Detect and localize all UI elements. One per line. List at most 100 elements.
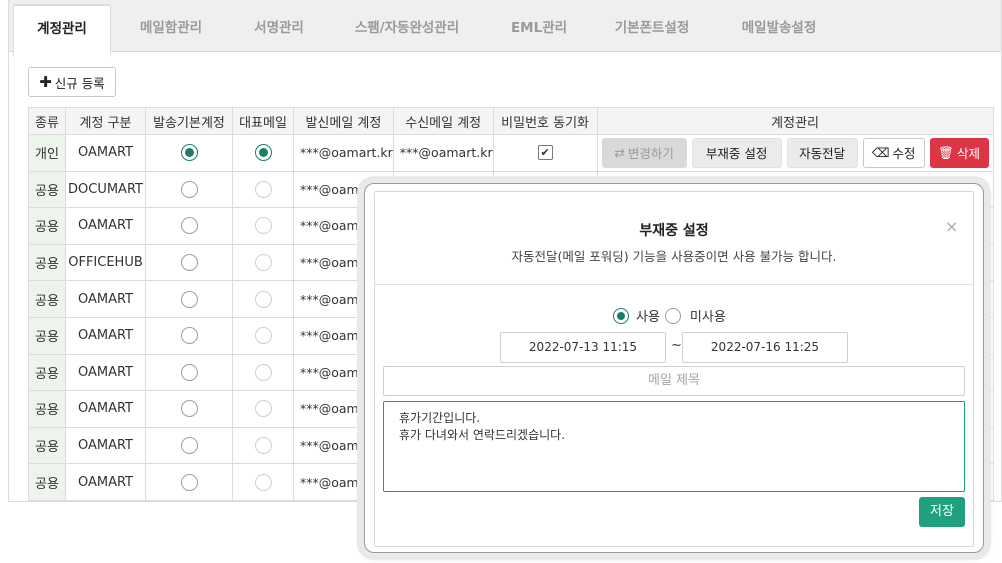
end-date-input[interactable]: 2022-07-16 11:25 [682,332,848,363]
default-send-radio[interactable] [180,400,198,418]
primary-mail-radio[interactable] [254,290,272,308]
cell-default-send [145,426,233,465]
cell-account-name: OAMART [65,426,146,465]
cell-type: 공용 [28,390,66,428]
default-send-radio[interactable] [180,437,198,455]
modal-content: 부재중 설정 자동전달(메일 포워딩) 기능을 사용중이면 사용 불가능 합니다… [374,191,974,547]
delete-button[interactable]: 🗑 삭제 [929,137,989,168]
pw-sync-checkbox[interactable]: ✔ [537,145,553,161]
modal-title: 부재중 설정 [639,223,709,239]
default-send-radio[interactable] [180,473,198,491]
tab-eml-management[interactable]: EML관리 [487,0,591,52]
cell-type: 공용 [28,316,66,355]
cell-account-name: OAMART [65,390,146,428]
modal-divider [375,284,973,285]
primary-mail-radio[interactable] [254,437,272,455]
cell-account-name: OAMART [65,207,146,245]
cell-recv-mail: ***@oamart.kr [392,134,494,172]
cell-primary-mail [232,463,294,501]
primary-mail-radio[interactable] [254,473,272,491]
cell-type: 공용 [28,207,66,245]
mail-body-textarea[interactable]: 휴가기간입니다. 휴가 다녀와서 연락드리겠습니다. [383,401,965,492]
default-send-radio[interactable] [180,327,198,345]
cell-send-mail: ***@oamart.kr [293,134,394,172]
use-radio[interactable] [613,307,629,324]
change-button[interactable]: ⇄ 변경하기 [601,137,687,168]
auto-forward-button[interactable]: 자동전달 [786,137,858,168]
cell-default-send [145,353,233,392]
cell-account-name: OAMART [65,353,146,392]
plus-icon: ✚ [39,72,52,91]
date-separator: ~ [671,338,682,353]
save-button[interactable]: 저장 [919,497,965,527]
cell-primary-mail [232,243,294,282]
cell-account-name: OAMART [65,316,146,355]
tab-mailbox-management[interactable]: 메일함관리 [111,0,231,52]
default-send-radio[interactable] [180,217,198,235]
cell-default-send [145,207,233,245]
tab-signature-management[interactable]: 서명관리 [231,0,327,52]
absence-settings-button[interactable]: 부재중 설정 [691,137,782,168]
add-account-button[interactable]: ✚ 신규 등록 [28,67,116,97]
cell-type: 공용 [28,280,66,318]
header-account-name: 계정 구분 [65,107,146,135]
delete-button-label: 삭제 [957,146,981,162]
absence-settings-modal: 부재중 설정 자동전달(메일 포워딩) 기능을 사용중이면 사용 불가능 합니다… [364,183,984,553]
close-icon[interactable]: × [945,219,958,235]
cell-type: 공용 [28,243,66,282]
default-send-radio[interactable] [180,254,198,272]
cell-account-name: OFFICEHUB [65,243,146,282]
cell-account-name: OAMART [65,280,146,318]
tab-spam-autocomplete[interactable]: 스팸/자동완성관리 [327,0,487,52]
primary-mail-radio[interactable] [254,400,272,418]
modal-description: 자동전달(메일 포워딩) 기능을 사용중이면 사용 불가능 합니다. [511,249,837,264]
cell-default-send [145,134,233,172]
primary-mail-radio[interactable] [254,327,272,345]
edit-button[interactable]: ⌫ 수정 [862,137,925,168]
cell-account-name: OAMART [65,463,146,501]
cell-type: 공용 [28,353,66,392]
default-send-radio[interactable] [180,363,198,381]
eraser-icon: ⌫ [871,145,890,161]
header-default-send: 발송기본계정 [145,107,233,135]
default-send-radio[interactable] [180,144,198,162]
mail-body-line: 휴가 다녀와서 연락드리겠습니다. [399,428,566,442]
unuse-label: 미사용 [689,310,726,325]
header-primary-mail: 대표메일 [232,107,294,135]
cell-primary-mail [232,316,294,355]
use-toggle-group: 사용 미사용 [613,306,726,325]
change-button-label: 변경하기 [627,146,674,162]
tab-default-font[interactable]: 기본폰트설정 [591,0,713,52]
cell-default-send [145,280,233,318]
swap-icon: ⇄ [614,145,625,161]
cell-primary-mail [232,353,294,392]
tab-account-management[interactable]: 계정관리 [13,4,111,57]
add-account-label: 신규 등록 [54,75,105,91]
cell-type: 공용 [28,170,66,209]
cell-account-actions: ⇄ 변경하기 부재중 설정 자동전달 ⌫ 수정 🗑 삭제 [596,134,994,172]
header-send-mail: 발신메일 계정 [293,107,394,135]
cell-type: 개인 [28,134,66,172]
primary-mail-radio[interactable] [254,217,272,235]
cell-pw-sync: ✔ [492,134,598,172]
header-recv-mail: 수신메일 계정 [392,107,494,135]
start-date-input[interactable]: 2022-07-13 11:15 [500,332,666,363]
default-send-radio[interactable] [180,290,198,308]
cell-account-name: OAMART [65,134,146,172]
unuse-radio[interactable] [664,307,681,324]
primary-mail-radio[interactable] [254,254,272,272]
tab-mail-send-settings[interactable]: 메일발송설정 [713,0,845,52]
table-header-row: 종류 계정 구분 발송기본계정 대표메일 발신메일 계정 수신메일 계정 비밀번… [28,107,994,135]
cell-type: 공용 [28,463,66,501]
default-send-radio[interactable] [180,180,198,198]
mail-subject-input[interactable]: 메일 제목 [383,366,965,396]
table-row: 개인 OAMART ***@oamart.kr ***@oamart.kr ✔ ⇄ 변경하… [28,134,994,172]
primary-mail-radio[interactable] [254,144,272,162]
primary-mail-radio[interactable] [254,180,272,198]
primary-mail-radio[interactable] [254,363,272,381]
edit-button-label: 수정 [892,146,916,162]
cell-primary-mail [232,280,294,318]
header-pw-sync: 비밀번호 동기화 [492,107,598,135]
use-label: 사용 [636,310,660,325]
mail-body-line: 휴가기간입니다. [399,411,481,425]
